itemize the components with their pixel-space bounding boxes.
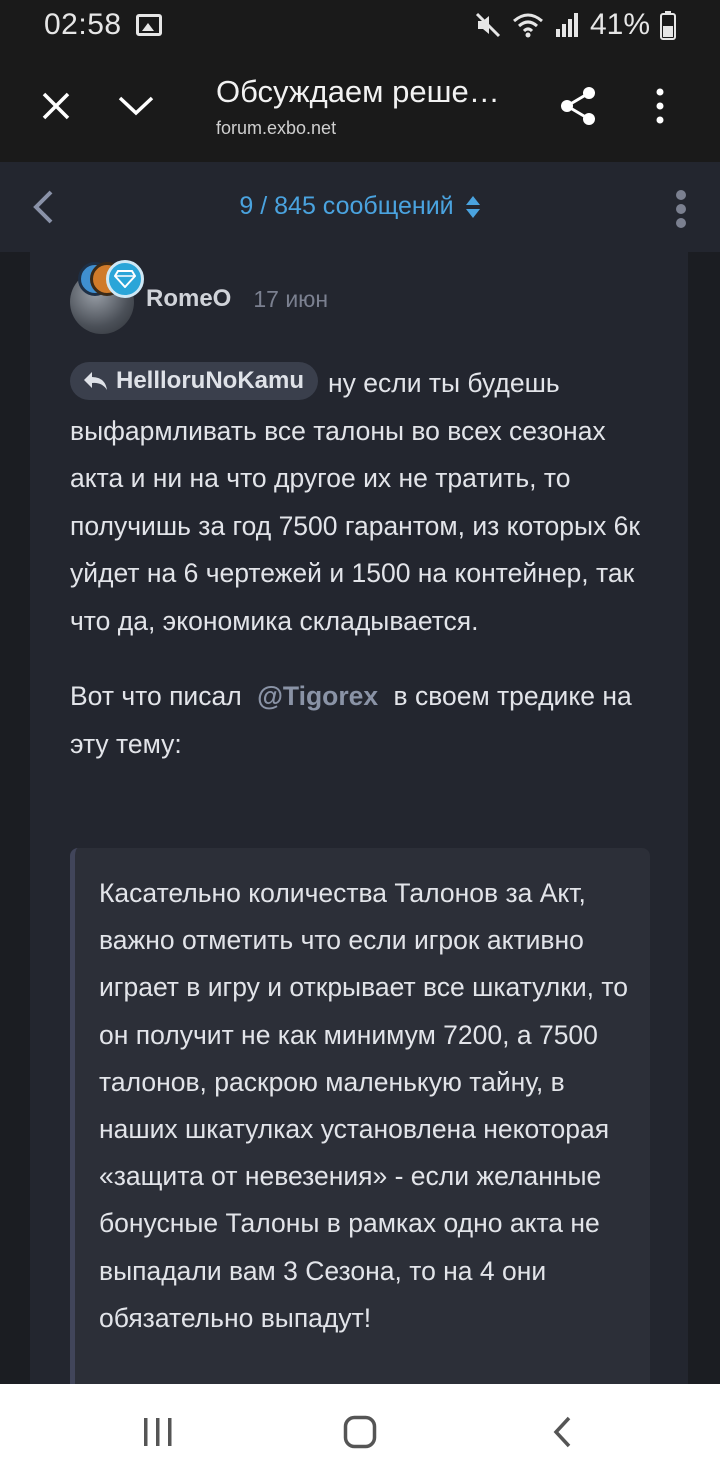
post-header: RomeO 17 июн (70, 260, 328, 334)
status-bar: 02:58 41% (0, 0, 720, 50)
browser-toolbar: Обсуждаем реше… forum.exbo.net (0, 50, 720, 162)
topic-navigation-bar: 9 / 845 сообщений (0, 162, 720, 252)
system-back-button[interactable] (532, 1406, 592, 1458)
page-title-block: Обсуждаем реше… forum.exbo.net (216, 74, 516, 139)
status-time: 02:58 (44, 8, 122, 41)
reply-to-username: HellloruNoKamu (116, 367, 305, 395)
system-navigation-bar (0, 1384, 720, 1480)
post-card: RomeO 17 июн HellloruNoKamu ну если ты б… (30, 252, 688, 1384)
share-icon (561, 87, 595, 125)
post-body: HellloruNoKamu ну если ты будешь выфармл… (70, 360, 660, 796)
recent-apps-button[interactable] (128, 1406, 188, 1458)
close-button[interactable] (16, 66, 96, 146)
more-vertical-icon (656, 88, 664, 124)
blockquote: Касательно количества Талонов за Акт, ва… (70, 848, 650, 1384)
post-date[interactable]: 17 июн (253, 286, 328, 313)
reply-arrow-icon (84, 372, 107, 390)
share-button[interactable] (538, 66, 618, 146)
status-indicators: 41% (474, 8, 676, 42)
post-paragraph: Вот что писал @Tigorex в своем тредике н… (70, 673, 660, 768)
recent-apps-icon (144, 1418, 172, 1446)
diamond-badge-icon (106, 260, 144, 298)
back-arrow-icon (553, 1416, 571, 1448)
sort-arrows-icon (465, 196, 480, 219)
wifi-icon (512, 13, 543, 38)
page-title: Обсуждаем реше… (216, 73, 500, 109)
signal-icon (555, 13, 578, 37)
reply-to-chip[interactable]: HellloruNoKamu (70, 362, 319, 400)
close-icon (42, 92, 70, 120)
collapse-button[interactable] (96, 66, 176, 146)
chevron-down-icon (118, 96, 154, 116)
post-text: Вот что писал (70, 681, 242, 711)
browser-menu-button[interactable] (620, 66, 700, 146)
battery-percent: 41% (589, 8, 650, 41)
post-paragraph: HellloruNoKamu ну если ты будешь выфармл… (70, 360, 660, 645)
post-author[interactable]: RomeO (146, 285, 231, 313)
battery-icon (660, 11, 676, 40)
mute-icon (475, 12, 501, 38)
post-text: ну если ты будешь выфармливать все талон… (70, 368, 641, 636)
more-vertical-icon (676, 190, 686, 228)
page-url: forum.exbo.net (216, 117, 337, 138)
home-icon (343, 1415, 377, 1449)
post-counter[interactable]: 9 / 845 сообщений (0, 192, 720, 221)
quote-text: Касательно количества Талонов за Акт, ва… (99, 878, 628, 1333)
user-mention-link[interactable]: @Tigorex (257, 681, 378, 711)
topic-menu-button[interactable] (666, 184, 696, 234)
avatar[interactable] (70, 260, 144, 334)
gallery-notification-icon (135, 14, 162, 36)
post-counter-label: 9 / 845 сообщений (239, 192, 454, 220)
home-button[interactable] (330, 1406, 390, 1458)
